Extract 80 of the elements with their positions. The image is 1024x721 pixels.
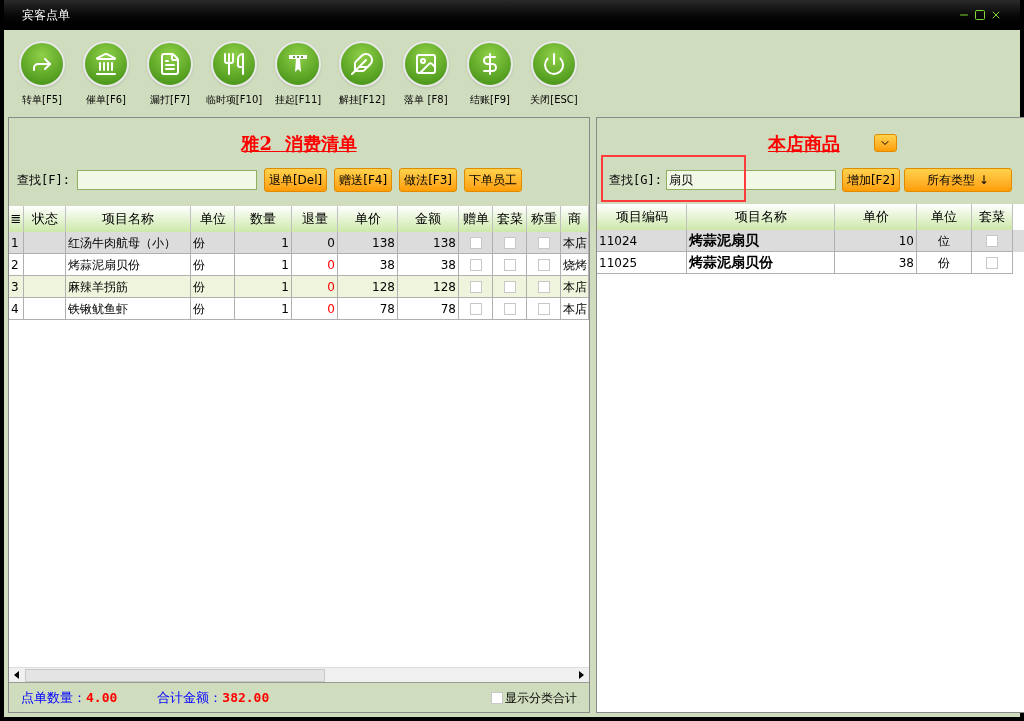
column-header[interactable]: 单价 bbox=[338, 206, 398, 232]
search-label: 查找[G]: bbox=[609, 172, 662, 189]
order-row[interactable]: 2 烤蒜泥扇贝份 份 1 0 38 38 烧烤 bbox=[9, 254, 589, 276]
order-row[interactable]: 4 铁锹鱿鱼虾 份 1 0 78 78 本店 bbox=[9, 298, 589, 320]
column-header[interactable]: 套菜 bbox=[493, 206, 527, 232]
order-title: 雅2 消费清单 bbox=[241, 131, 357, 156]
column-header[interactable]: 商 bbox=[561, 206, 589, 232]
total-value: 382.00 bbox=[222, 688, 270, 707]
checkbox[interactable] bbox=[537, 302, 550, 315]
products-title: 本店商品 bbox=[767, 131, 840, 156]
column-header[interactable]: 套菜 bbox=[972, 204, 1013, 230]
feather-icon bbox=[350, 51, 374, 76]
checkbox[interactable] bbox=[469, 258, 482, 271]
column-header[interactable]: 项目名称 bbox=[687, 204, 835, 230]
dropdown-button[interactable] bbox=[873, 134, 897, 152]
column-header[interactable]: 项目名称 bbox=[66, 206, 191, 232]
action-button[interactable]: 做法[F3] bbox=[399, 168, 458, 192]
type-button[interactable]: 所有类型 ↓ bbox=[903, 168, 1012, 192]
table-cell: 本店 bbox=[561, 298, 589, 320]
close-icon[interactable] bbox=[990, 9, 1002, 21]
utensils-icon bbox=[222, 51, 246, 76]
table-cell: 38 bbox=[835, 252, 917, 274]
table-cell bbox=[24, 298, 66, 320]
checkbox[interactable] bbox=[503, 258, 516, 271]
column-header[interactable]: 单位 bbox=[917, 204, 972, 230]
checkbox[interactable] bbox=[503, 236, 516, 249]
total-label: 合计金额： bbox=[157, 688, 223, 707]
search-field[interactable]: 扇贝 bbox=[665, 170, 836, 190]
search-field[interactable] bbox=[76, 170, 257, 190]
table-cell: 78 bbox=[338, 298, 398, 320]
scroll-right-icon[interactable] bbox=[577, 671, 585, 679]
column-header[interactable]: 数量 bbox=[235, 206, 292, 232]
building-icon bbox=[94, 51, 118, 76]
checkbox[interactable] bbox=[537, 258, 550, 271]
checkbox[interactable] bbox=[491, 691, 503, 704]
column-header[interactable]: 单位 bbox=[191, 206, 235, 232]
image-icon bbox=[414, 51, 438, 76]
column-header[interactable]: 项目编码 bbox=[597, 204, 687, 230]
table-cell: 份 bbox=[917, 252, 972, 274]
table-cell: 4 bbox=[9, 298, 24, 320]
checkbox[interactable] bbox=[537, 236, 550, 249]
table-cell: 1 bbox=[235, 298, 292, 320]
action-button[interactable]: 赠送[F4] bbox=[334, 168, 393, 192]
action-button[interactable]: 下单员工 bbox=[464, 168, 523, 192]
document-icon bbox=[158, 51, 182, 76]
column-header[interactable]: 称重 bbox=[527, 206, 561, 232]
maximize-icon[interactable] bbox=[974, 9, 986, 21]
checkbox[interactable] bbox=[469, 302, 482, 315]
column-header[interactable]: 状态 bbox=[24, 206, 66, 232]
checkbox[interactable] bbox=[469, 236, 482, 249]
action-button[interactable]: 退单[Del] bbox=[263, 168, 328, 192]
checkbox[interactable] bbox=[469, 280, 482, 293]
column-header[interactable]: 金额 bbox=[398, 206, 459, 232]
checkbox[interactable] bbox=[986, 256, 998, 269]
table-cell: 78 bbox=[398, 298, 459, 320]
column-header[interactable]: 赠单 bbox=[459, 206, 493, 232]
column-header[interactable]: ≣ bbox=[9, 206, 24, 232]
window-title: 宾客点单 bbox=[22, 7, 70, 24]
product-row[interactable]: 11024 烤蒜泥扇贝 10 位 bbox=[597, 230, 1024, 252]
table-cell: 烤蒜泥扇贝份 bbox=[687, 252, 835, 274]
table-cell: 0 bbox=[292, 298, 338, 320]
checkbox[interactable] bbox=[986, 234, 998, 247]
order-row[interactable]: 1 红汤牛肉航母（小） 份 1 0 138 138 本店 bbox=[9, 232, 589, 254]
order-row[interactable]: 3 麻辣羊拐筋 份 1 0 128 128 本店 bbox=[9, 276, 589, 298]
checkbox[interactable] bbox=[503, 302, 516, 315]
checkbox-label: 显示分类合计 bbox=[505, 689, 577, 707]
column-header[interactable]: 单价 bbox=[835, 204, 917, 230]
horizontal-scrollbar[interactable] bbox=[9, 667, 589, 682]
count-value: 4.00 bbox=[86, 688, 118, 707]
table-cell: 11025 bbox=[597, 252, 687, 274]
add-button[interactable]: 增加[F2] bbox=[841, 168, 900, 192]
power-icon bbox=[542, 51, 566, 76]
checkbox[interactable] bbox=[503, 280, 516, 293]
table-cell: 铁锹鱿鱼虾 bbox=[66, 298, 191, 320]
scroll-left-icon[interactable] bbox=[13, 671, 21, 679]
count-label: 点单数量： bbox=[21, 688, 86, 707]
column-header[interactable]: 退量 bbox=[292, 206, 338, 232]
checkbox[interactable] bbox=[537, 280, 550, 293]
table-cell: 份 bbox=[191, 298, 235, 320]
search-label: 查找[F]: bbox=[17, 172, 70, 189]
